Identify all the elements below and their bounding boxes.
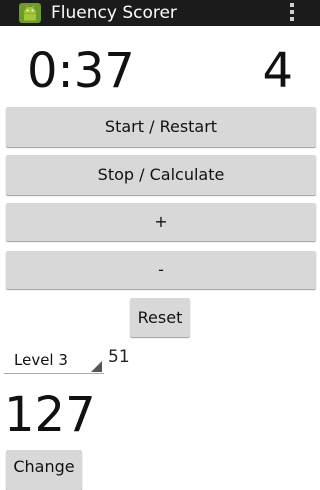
stop-calculate-button[interactable]: Stop / Calculate (6, 155, 316, 195)
android-app-icon[interactable] (18, 2, 42, 24)
reset-button[interactable]: Reset (130, 298, 190, 337)
start-restart-button[interactable]: Start / Restart (6, 107, 316, 147)
count-display: 4 (262, 43, 293, 99)
app-title: Fluency Scorer (51, 3, 177, 23)
action-bar: Fluency Scorer (0, 0, 320, 26)
overflow-menu-icon[interactable] (287, 3, 297, 23)
timer-display: 0:37 (27, 43, 135, 99)
decrement-button[interactable]: - (6, 251, 316, 289)
change-button[interactable]: Change (6, 450, 82, 490)
level-spinner-label: Level 3 (14, 351, 68, 369)
increment-button[interactable]: + (6, 203, 316, 241)
score-display: 127 (4, 387, 96, 443)
spinner-arrow-icon (91, 361, 102, 372)
level-spinner[interactable]: Level 3 (4, 347, 104, 374)
level-value: 51 (108, 347, 130, 367)
